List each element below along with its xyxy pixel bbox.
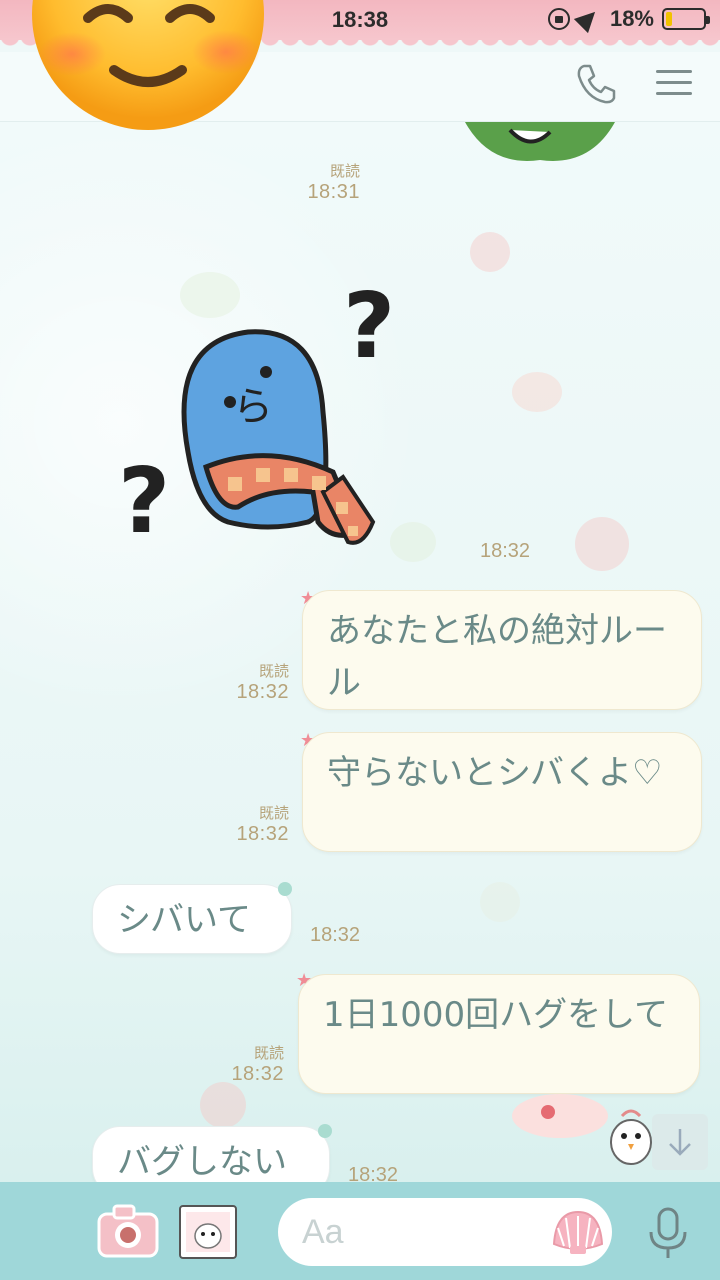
message-time: 18:32 xyxy=(310,924,361,946)
read-receipt: 既読 xyxy=(258,805,289,822)
message-bubble[interactable]: 守らないとシバくよ♡ xyxy=(302,732,702,852)
message-bubble[interactable]: あなたと私の絶対ルール xyxy=(302,590,702,710)
input-placeholder: Aa xyxy=(302,1213,344,1251)
chat-area[interactable]: 既読 18:31 ? ? ら 18:32 ★ 既読 18:32 あなたと私の絶対… xyxy=(0,122,720,1182)
sticker-blue-character-confused[interactable]: ? ? ら xyxy=(118,272,408,576)
smiling-face-emoji xyxy=(30,0,266,134)
message-meta: 既読 18:32 xyxy=(210,1042,284,1086)
read-receipt: 既読 xyxy=(253,1045,284,1062)
arrow-down-icon[interactable] xyxy=(652,1114,708,1170)
battery-icon xyxy=(662,8,710,30)
battery-percent: 18% xyxy=(609,6,654,31)
svg-text:ら: ら xyxy=(233,384,273,430)
message-meta: 既読 18:31 xyxy=(290,160,360,204)
message-time: 18:32 xyxy=(236,681,289,703)
dot-decoration xyxy=(278,882,292,896)
message-bubble-incoming[interactable]: シバいて xyxy=(92,884,292,954)
shell-decoration xyxy=(200,1082,246,1128)
dot-decoration xyxy=(318,1124,332,1138)
message-meta: 既読 18:32 xyxy=(215,802,289,846)
svg-text:?: ? xyxy=(118,449,170,554)
shell-decoration xyxy=(512,372,562,412)
read-receipt: 既読 xyxy=(258,663,289,680)
message-time: 18:32 xyxy=(480,540,531,562)
shell-icon[interactable] xyxy=(550,1208,606,1260)
location-arrow-icon xyxy=(573,4,603,34)
album-sticker-icon[interactable] xyxy=(178,1204,238,1264)
shell-decoration xyxy=(575,517,629,571)
shell-decoration xyxy=(480,882,520,922)
phone-icon[interactable] xyxy=(572,60,620,108)
mic-icon[interactable] xyxy=(646,1206,690,1264)
status-icons: 18% xyxy=(547,4,710,34)
message-time: 18:32 xyxy=(231,1063,284,1085)
rotation-lock-icon xyxy=(547,8,570,30)
message-bubble[interactable]: 1日1000回ハグをして xyxy=(298,974,700,1094)
input-bar: Aa xyxy=(0,1182,720,1280)
shell-decoration xyxy=(470,232,510,272)
camera-icon[interactable] xyxy=(96,1202,160,1264)
status-time: 18:38 xyxy=(331,7,389,32)
svg-text:?: ? xyxy=(343,274,395,379)
sticker-pink-creature xyxy=(510,1086,610,1150)
message-time: 18:32 xyxy=(348,1164,399,1182)
message-bubble-incoming[interactable]: バグしない xyxy=(92,1126,330,1182)
read-receipt: 既読 xyxy=(329,163,360,180)
message-time: 18:32 xyxy=(236,823,289,845)
message-time: 18:31 xyxy=(307,181,360,203)
hamburger-icon[interactable] xyxy=(652,64,696,104)
message-meta: 既読 18:32 xyxy=(215,660,289,704)
sticker-green-character[interactable] xyxy=(460,122,620,166)
